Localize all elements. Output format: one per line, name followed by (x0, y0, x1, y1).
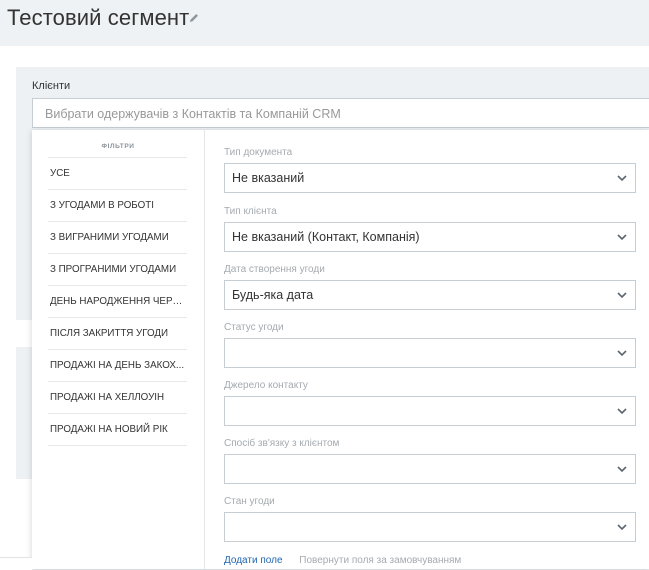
deal-stage-select[interactable] (224, 512, 636, 542)
chevron-down-icon (617, 408, 627, 415)
chevron-down-icon (617, 175, 627, 182)
deal-created-date-select[interactable]: Будь-яка дата (224, 280, 636, 310)
filter-item-birthday[interactable]: ДЕНЬ НАРОДЖЕННЯ ЧЕРЕ... (48, 285, 187, 317)
contact-method-select[interactable] (224, 454, 636, 484)
bottom-divider (0, 557, 32, 570)
field-document-type: Тип документа Не вказаний (224, 147, 636, 193)
filter-item-deals-in-progress[interactable]: З УГОДАМИ В РОБОТІ (48, 189, 187, 221)
field-label: Дата створення угоди (224, 264, 325, 275)
select-value: Не вказаний (232, 171, 305, 185)
chevron-down-icon (617, 466, 627, 473)
pencil-icon[interactable] (187, 11, 201, 25)
page-header: Тестовий сегмент (0, 0, 649, 46)
recipients-label: Клієнти (32, 80, 71, 92)
field-label: Джерело контакту (224, 380, 308, 391)
field-contact-source: Джерело контакту (224, 380, 636, 426)
field-actions: Додати поле Повернути поля за замовчуван… (224, 555, 461, 566)
chevron-down-icon (617, 350, 627, 357)
filter-item-lost-deals[interactable]: З ПРОГРАНИМИ УГОДАМИ (48, 253, 187, 285)
filter-item-halloween-sales[interactable]: ПРОДАЖІ НА ХЕЛЛОУІН (48, 381, 187, 413)
page-title: Тестовий сегмент (7, 5, 190, 30)
recipients-input[interactable]: Вибрати одержувачів з Контактів та Компа… (32, 98, 649, 128)
select-value: Будь-яка дата (232, 288, 314, 302)
filters-title: ФІЛЬТРИ (101, 143, 135, 150)
field-contact-method: Спосіб зв'язку з клієнтом (224, 438, 636, 484)
chevron-down-icon (617, 524, 627, 531)
chevron-down-icon (617, 292, 627, 299)
chevron-down-icon (617, 234, 627, 241)
contact-source-select[interactable] (224, 396, 636, 426)
document-type-select[interactable]: Не вказаний (224, 163, 636, 193)
field-client-type: Тип клієнта Не вказаний (Контакт, Компан… (224, 206, 636, 252)
filter-item-after-deal-closed[interactable]: ПІСЛЯ ЗАКРИТТЯ УГОДИ (48, 317, 187, 349)
filter-popup: ФІЛЬТРИ УСЕ З УГОДАМИ В РОБОТІ З ВИГРАНИ… (32, 130, 649, 569)
field-label: Тип клієнта (224, 206, 277, 217)
field-deal-created-date: Дата створення угоди Будь-яка дата (224, 264, 636, 310)
panel-lower-block (16, 347, 32, 478)
reset-fields-link[interactable]: Повернути поля за замовчуванням (299, 555, 461, 566)
filters-sidebar: ФІЛЬТРИ УСЕ З УГОДАМИ В РОБОТІ З ВИГРАНИ… (32, 130, 205, 569)
filter-item-won-deals[interactable]: З ВИГРАНИМИ УГОДАМИ (48, 221, 187, 253)
filter-item-valentines-sales[interactable]: ПРОДАЖІ НА ДЕНЬ ЗАКОХ... (48, 349, 187, 381)
field-label: Тип документа (224, 147, 293, 158)
select-value: Не вказаний (Контакт, Компанія) (232, 230, 420, 244)
field-deal-stage: Стан угоди (224, 496, 636, 542)
field-label: Спосіб зв'язку з клієнтом (224, 438, 340, 449)
filter-item-new-year-sales[interactable]: ПРОДАЖІ НА НОВИЙ РІК (48, 413, 187, 446)
client-type-select[interactable]: Не вказаний (Контакт, Компанія) (224, 222, 636, 252)
field-label: Статус угоди (224, 322, 284, 333)
filter-list: УСЕ З УГОДАМИ В РОБОТІ З ВИГРАНИМИ УГОДА… (48, 157, 187, 446)
field-label: Стан угоди (224, 496, 275, 507)
field-deal-status: Статус угоди (224, 322, 636, 368)
add-field-link[interactable]: Додати поле (224, 555, 283, 566)
filter-item-all[interactable]: УСЕ (48, 157, 187, 189)
deal-status-select[interactable] (224, 338, 636, 368)
